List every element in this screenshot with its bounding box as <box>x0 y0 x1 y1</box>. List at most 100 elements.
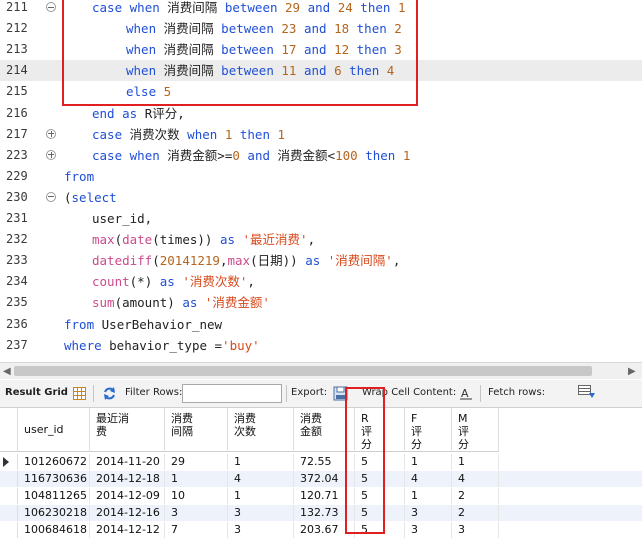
grid-view-icon[interactable] <box>73 387 86 400</box>
code-line[interactable]: 235 sum(amount) as '消费金额' <box>0 292 642 313</box>
code-line[interactable]: 229 from <box>0 166 642 187</box>
code-line[interactable]: 232 max(date(times)) as '最近消费', <box>0 229 642 250</box>
table-cell[interactable]: 372.04 <box>294 471 355 487</box>
table-cell[interactable]: 4 <box>452 471 499 487</box>
filter-rows-input[interactable] <box>182 384 282 403</box>
row-selector[interactable] <box>0 471 18 487</box>
table-cell[interactable]: 120.71 <box>294 488 355 504</box>
table-cell[interactable]: 5 <box>355 488 405 504</box>
table-cell[interactable]: 2014-12-16 <box>90 505 165 521</box>
table-cell[interactable]: 5 <box>355 471 405 487</box>
code-line[interactable]: 213 when 消费间隔 between 17 and 12 then 3 <box>0 39 642 60</box>
result-toolbar: Result Grid Filter Rows: Export: Wrap Ce… <box>0 380 642 408</box>
row-selector[interactable] <box>0 505 18 521</box>
table-cell[interactable]: 106230218 <box>18 505 90 521</box>
table-cell[interactable]: 1 <box>452 454 499 470</box>
row-selector[interactable] <box>0 488 18 504</box>
editor-horizontal-scrollbar[interactable]: ◀ ▶ <box>0 362 642 379</box>
code-line[interactable]: 223 case when 消费金额>=0 and 消费金额<100 then 1 <box>0 145 642 166</box>
code-line[interactable]: 217 case 消费次数 when 1 then 1 <box>0 124 642 145</box>
table-cell[interactable]: 116730636 <box>18 471 90 487</box>
fold-expand-icon[interactable] <box>46 149 56 160</box>
scroll-right-icon[interactable]: ▶ <box>628 366 636 377</box>
row-selector[interactable] <box>0 522 18 538</box>
fetch-rows-icon[interactable] <box>578 385 595 398</box>
table-cell[interactable]: 4 <box>405 471 452 487</box>
code-line[interactable]: 216 end as R评分, <box>0 103 642 124</box>
table-cell[interactable]: 203.67 <box>294 522 355 538</box>
code-line[interactable]: 237 where behavior_type ='buy' <box>0 335 642 356</box>
table-row[interactable]: 106230218 2014-12-16 3 3 132.73 5 3 2 <box>0 505 642 521</box>
table-cell[interactable]: 101260672 <box>18 454 90 470</box>
code-line[interactable]: 230 (select <box>0 187 642 208</box>
row-selector[interactable] <box>0 454 18 470</box>
fold-collapse-icon[interactable] <box>46 191 56 202</box>
code-line[interactable]: 215 else 5 <box>0 81 642 102</box>
export-icon[interactable] <box>333 386 348 401</box>
table-cell[interactable]: 3 <box>452 522 499 538</box>
column-header[interactable]: 消费 金额 <box>294 408 355 452</box>
scroll-left-icon[interactable]: ◀ <box>3 366 11 377</box>
table-cell[interactable]: 1 <box>405 488 452 504</box>
code-text: sum(amount) as '消费金额' <box>92 292 270 313</box>
refresh-icon[interactable] <box>102 386 115 400</box>
table-row[interactable]: 100684618 2014-12-12 7 3 203.67 5 3 3 <box>0 522 642 538</box>
table-cell[interactable]: 3 <box>228 522 294 538</box>
table-cell[interactable]: 72.55 <box>294 454 355 470</box>
code-line[interactable]: 212 when 消费间隔 between 23 and 18 then 2 <box>0 18 642 39</box>
column-header[interactable]: 消费 次数 <box>228 408 294 452</box>
table-cell[interactable]: 1 <box>405 454 452 470</box>
table-row[interactable]: 104811265 2014-12-09 10 1 120.71 5 1 2 <box>0 488 642 504</box>
table-cell[interactable]: 2 <box>452 488 499 504</box>
table-cell[interactable]: 3 <box>228 505 294 521</box>
code-line[interactable]: 234 count(*) as '消费次数', <box>0 271 642 292</box>
table-cell[interactable]: 100684618 <box>18 522 90 538</box>
result-grid[interactable]: user_id 最近消 费消费 间隔 消费 次数 消费 金额 R 评 分F 评 分M 评… <box>0 408 642 538</box>
table-cell[interactable]: 2014-12-12 <box>90 522 165 538</box>
column-header[interactable]: F 评 分 <box>405 408 452 452</box>
table-cell[interactable]: 10 <box>165 488 228 504</box>
code-text: when 消费间隔 between 23 and 18 then 2 <box>126 18 402 39</box>
table-cell[interactable]: 2 <box>452 505 499 521</box>
line-number: 234 <box>6 274 28 289</box>
table-cell[interactable]: 2014-11-20 <box>90 454 165 470</box>
fold-expand-icon[interactable] <box>46 128 56 139</box>
table-cell[interactable]: 7 <box>165 522 228 538</box>
table-cell[interactable]: 29 <box>165 454 228 470</box>
table-cell[interactable]: 5 <box>355 454 405 470</box>
table-cell[interactable]: 5 <box>355 522 405 538</box>
table-cell[interactable]: 4 <box>228 471 294 487</box>
column-header[interactable]: M 评 分 <box>452 408 499 452</box>
fold-collapse-icon[interactable] <box>46 2 56 12</box>
table-cell[interactable]: 1 <box>228 488 294 504</box>
code-line[interactable]: 214 when 消费间隔 between 11 and 6 then 4 <box>0 60 642 82</box>
table-cell[interactable]: 3 <box>165 505 228 521</box>
code-line[interactable]: 231 user_id, <box>0 208 642 229</box>
wrap-text-icon[interactable]: A <box>459 386 472 400</box>
column-header[interactable]: R 评 分 <box>355 408 405 452</box>
table-cell[interactable]: 1 <box>165 471 228 487</box>
code-token: when <box>129 0 168 15</box>
code-text: user_id, <box>92 208 152 229</box>
column-header[interactable]: 消费 间隔 <box>165 408 228 452</box>
code-line[interactable]: 236 from UserBehavior_new <box>0 314 642 335</box>
sql-editor[interactable]: 211 case when 消费间隔 between 29 and 24 then… <box>0 0 642 362</box>
table-cell[interactable]: 132.73 <box>294 505 355 521</box>
table-cell[interactable]: 1 <box>228 454 294 470</box>
table-cell[interactable]: 2014-12-18 <box>90 471 165 487</box>
code-line[interactable]: 233 datediff(20141219,max(日期)) as '消费间隔', <box>0 250 642 271</box>
table-cell[interactable]: 3 <box>405 505 452 521</box>
code-token: end <box>92 105 123 121</box>
table-row[interactable]: 101260672 2014-11-20 29 1 72.55 5 1 1 <box>0 454 642 470</box>
column-header[interactable]: user_id <box>18 408 90 452</box>
scroll-thumb[interactable] <box>14 366 592 376</box>
table-cell[interactable]: 2014-12-09 <box>90 488 165 504</box>
table-cell[interactable]: 104811265 <box>18 488 90 504</box>
table-cell[interactable]: 3 <box>405 522 452 538</box>
column-header[interactable]: 最近消 费 <box>90 408 165 452</box>
table-cell[interactable]: 5 <box>355 505 405 521</box>
result-grid-tab[interactable]: Result Grid <box>5 387 68 398</box>
table-row[interactable]: 116730636 2014-12-18 1 4 372.04 5 4 4 <box>0 471 642 487</box>
code-line[interactable]: 211 case when 消费间隔 between 29 and 24 then… <box>0 0 642 18</box>
code-token: 4 <box>386 63 395 79</box>
